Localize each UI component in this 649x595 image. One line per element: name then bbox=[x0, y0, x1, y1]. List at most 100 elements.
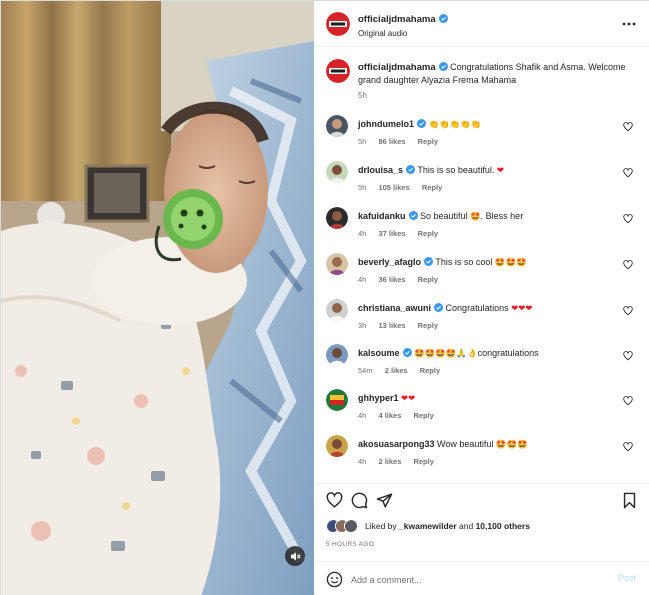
commenter-avatar[interactable] bbox=[326, 435, 348, 457]
comment-time[interactable]: 5h bbox=[358, 137, 366, 146]
comment-like-heart-icon[interactable] bbox=[623, 396, 633, 406]
comment-emoji: 👏👏👏👏👏 bbox=[428, 120, 482, 130]
comment-body: Wow beautiful bbox=[437, 439, 496, 449]
comment-like-heart-icon[interactable] bbox=[623, 260, 633, 270]
reply-button[interactable]: Reply bbox=[422, 183, 442, 192]
reply-button[interactable]: Reply bbox=[420, 366, 440, 375]
comment-username[interactable]: kafuidanku bbox=[358, 211, 406, 221]
reply-button[interactable]: Reply bbox=[418, 137, 438, 146]
post-timestamp[interactable]: 5 HOURS AGO bbox=[326, 541, 374, 548]
comment-item: christiana_awuni Congratulations ❤❤❤ 3h … bbox=[326, 299, 641, 339]
comment-emoji: 🤩 bbox=[470, 212, 481, 222]
comment-time[interactable]: 4h bbox=[358, 411, 366, 420]
liker-avatar[interactable] bbox=[344, 519, 358, 533]
author-username[interactable]: officialjdmahama bbox=[358, 14, 436, 25]
comment-like-heart-icon[interactable] bbox=[623, 442, 633, 452]
audio-label[interactable]: Original audio bbox=[358, 29, 407, 38]
comment-time[interactable]: 4h bbox=[358, 275, 366, 284]
comment-username[interactable]: drlouisa_s bbox=[358, 165, 403, 175]
comment-like-heart-icon[interactable] bbox=[623, 214, 633, 224]
post-comment-button[interactable]: Post bbox=[618, 573, 636, 583]
comment-likes[interactable]: 37 likes bbox=[378, 229, 405, 238]
share-icon[interactable] bbox=[376, 492, 393, 509]
caption-username[interactable]: officialjdmahama bbox=[358, 62, 436, 73]
liker-username[interactable]: _kwamewilder bbox=[399, 521, 457, 531]
comment-item: drlouisa_s This is so beautiful. ❤ 5h 10… bbox=[326, 161, 641, 201]
comment-meta: 5h 105 likes Reply bbox=[358, 183, 452, 192]
comment-likes[interactable]: 105 likes bbox=[378, 183, 409, 192]
comment-body-tail: congratulations bbox=[477, 348, 539, 358]
comment-username[interactable]: akosuasarpong33 bbox=[358, 439, 435, 449]
comment-meta: 54m 2 likes Reply bbox=[358, 366, 450, 375]
commenter-avatar[interactable] bbox=[326, 207, 348, 229]
comment-like-heart-icon[interactable] bbox=[623, 168, 633, 178]
comment-likes[interactable]: 2 likes bbox=[385, 366, 408, 375]
comment-like-heart-icon[interactable] bbox=[623, 351, 633, 361]
comment-username[interactable]: ghhyper1 bbox=[358, 393, 399, 403]
comment-likes[interactable]: 36 likes bbox=[378, 275, 405, 284]
comment-item: beverly_afaglo This is so cool 🤩🤩🤩 4h 36… bbox=[326, 253, 641, 293]
comment-likes[interactable]: 13 likes bbox=[378, 321, 405, 330]
more-options-button[interactable] bbox=[621, 16, 637, 32]
comment-meta: 4h 36 likes Reply bbox=[358, 275, 448, 284]
comment-body: This is so beautiful. bbox=[417, 165, 497, 175]
comment-emoji: 🤩🤩🤩🤩🙏👌 bbox=[414, 349, 478, 359]
commenter-avatar[interactable] bbox=[326, 344, 348, 366]
comment-likes[interactable]: 86 likes bbox=[378, 137, 405, 146]
post-details-panel: officialjdmahama Original audio official… bbox=[315, 1, 649, 595]
caption-timestamp[interactable]: 5h bbox=[358, 91, 367, 100]
emoji-icon[interactable] bbox=[326, 571, 343, 588]
comment-time[interactable]: 3h bbox=[358, 321, 366, 330]
verified-badge-icon bbox=[438, 14, 448, 23]
author-avatar[interactable] bbox=[326, 12, 350, 36]
likes-summary: Liked by _kwamewilder and 10,100 others bbox=[326, 518, 646, 534]
baby-video-frame bbox=[1, 1, 314, 595]
comment-body-tail: . Bless her bbox=[480, 211, 524, 221]
commenter-avatar[interactable] bbox=[326, 299, 348, 321]
heart-icon[interactable] bbox=[326, 492, 343, 509]
comment-composer: Post bbox=[315, 561, 649, 595]
comment-like-heart-icon[interactable] bbox=[623, 122, 633, 132]
comment-time[interactable]: 54m bbox=[358, 366, 373, 375]
commenter-avatar[interactable] bbox=[326, 115, 348, 137]
post-header: officialjdmahama Original audio bbox=[315, 1, 649, 47]
verified-badge-icon bbox=[438, 62, 448, 71]
verified-badge-icon bbox=[408, 211, 418, 220]
commenter-avatar[interactable] bbox=[326, 389, 348, 411]
verified-badge-icon bbox=[434, 303, 444, 312]
comment-username[interactable]: christiana_awuni bbox=[358, 303, 431, 313]
likes-others-link[interactable]: 10,100 others bbox=[476, 521, 530, 531]
comment-item: akosuasarpong33 Wow beautiful 🤩🤩🤩 4h 2 l… bbox=[326, 435, 641, 475]
post-video[interactable] bbox=[1, 1, 314, 595]
comment-time[interactable]: 5h bbox=[358, 183, 366, 192]
caption-author-avatar[interactable] bbox=[326, 59, 350, 83]
commenter-avatar[interactable] bbox=[326, 161, 348, 183]
comment-input[interactable] bbox=[351, 571, 601, 588]
comment-likes[interactable]: 4 likes bbox=[378, 411, 401, 420]
comment-like-heart-icon[interactable] bbox=[623, 306, 633, 316]
caption-text: officialjdmahama Congratulations Shafik … bbox=[358, 61, 638, 87]
muted-speaker-icon bbox=[290, 551, 301, 561]
comment-username[interactable]: beverly_afaglo bbox=[358, 257, 421, 267]
reply-button[interactable]: Reply bbox=[413, 457, 433, 466]
comment-emoji: ❤❤ bbox=[401, 394, 416, 404]
reply-button[interactable]: Reply bbox=[418, 321, 438, 330]
comment-emoji: 🤩🤩🤩 bbox=[495, 440, 528, 450]
comment-meta: 4h 4 likes Reply bbox=[358, 411, 444, 420]
comment-emoji: 🤩🤩🤩 bbox=[494, 258, 527, 268]
bookmark-icon[interactable] bbox=[621, 492, 638, 509]
comment-time[interactable]: 4h bbox=[358, 457, 366, 466]
reply-button[interactable]: Reply bbox=[413, 411, 433, 420]
comment-likes[interactable]: 2 likes bbox=[378, 457, 401, 466]
reply-button[interactable]: Reply bbox=[418, 275, 438, 284]
comment-time[interactable]: 4h bbox=[358, 229, 366, 238]
reply-button[interactable]: Reply bbox=[418, 229, 438, 238]
commenter-avatar[interactable] bbox=[326, 253, 348, 275]
comment-username[interactable]: kalsoume bbox=[358, 348, 400, 358]
comment-username[interactable]: johndumelo1 bbox=[358, 119, 414, 129]
mute-toggle-button[interactable] bbox=[285, 546, 305, 566]
comment-icon[interactable] bbox=[351, 492, 368, 509]
more-options-icon bbox=[622, 22, 636, 26]
verified-badge-icon bbox=[417, 119, 426, 128]
comment-meta: 5h 86 likes Reply bbox=[358, 137, 448, 146]
